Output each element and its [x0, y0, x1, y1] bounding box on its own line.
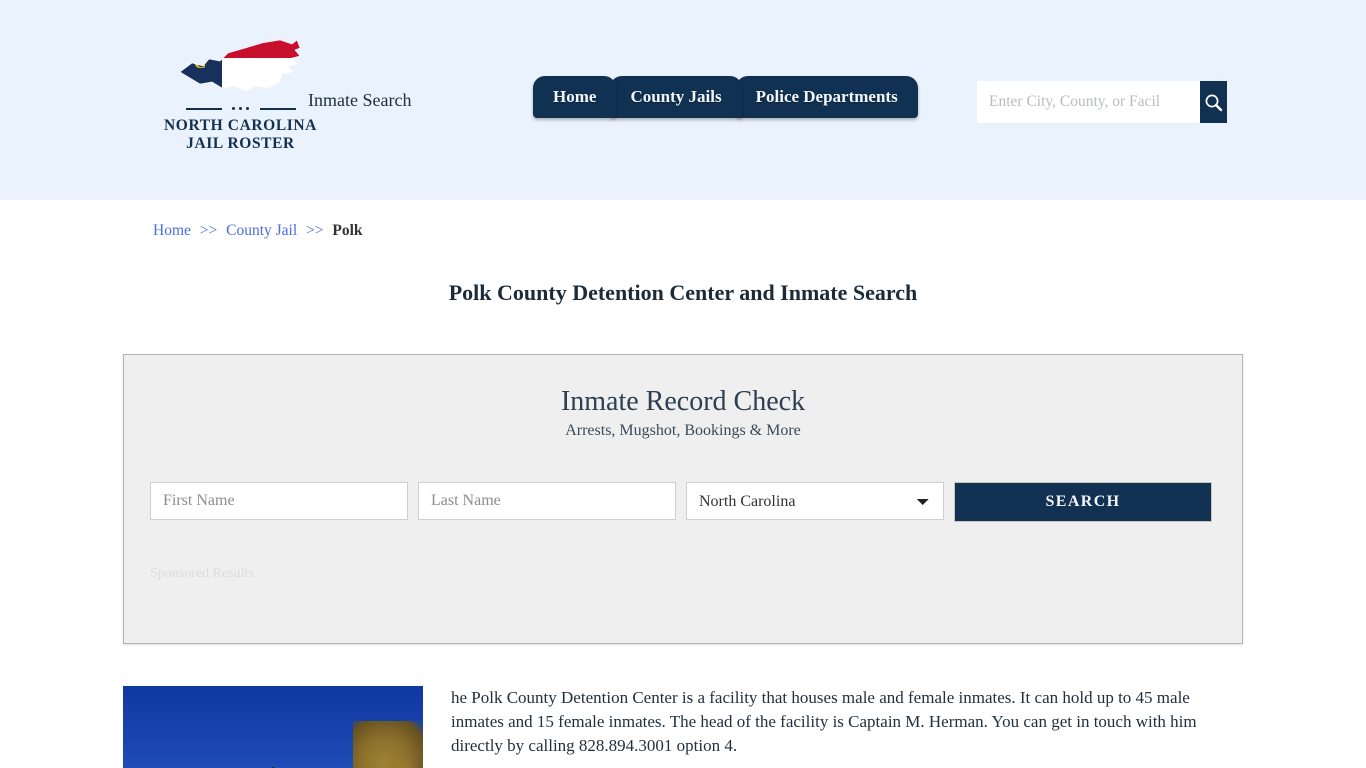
- header-search-button[interactable]: [1200, 81, 1227, 123]
- logo-text-line2: JAIL ROSTER: [186, 135, 295, 152]
- card-subtitle: Arrests, Mugshot, Bookings & More: [565, 422, 801, 439]
- main-navigation: Home County Jails Police Departments: [533, 74, 918, 118]
- first-name-input[interactable]: [150, 482, 408, 520]
- last-name-input[interactable]: [418, 482, 676, 520]
- site-header: C NORTH CAROLINA JAIL ROSTER Inmate Sear…: [0, 0, 1366, 200]
- breadcrumb-item-current: Polk: [332, 222, 363, 239]
- sponsored-results-label: Sponsored Results: [150, 566, 254, 581]
- header-search-input[interactable]: [977, 81, 1200, 123]
- nav-item-county-jails[interactable]: County Jails: [610, 76, 742, 118]
- card-title: Inmate Record Check: [560, 386, 806, 417]
- header-search: [977, 81, 1227, 123]
- tree-shape-secondary: [379, 758, 419, 768]
- breadcrumb-item-county-jail[interactable]: County Jail: [226, 222, 297, 239]
- facility-description: he Polk County Detention Center is a fac…: [451, 688, 1197, 755]
- search-icon: [1205, 94, 1223, 111]
- site-logo[interactable]: C NORTH CAROLINA JAIL ROSTER: [153, 36, 328, 153]
- breadcrumb-separator-2: >>: [306, 222, 324, 239]
- breadcrumb-separator-1: >>: [199, 222, 218, 239]
- inmate-record-check-card: Inmate Record Check Arrests, Mugshot, Bo…: [123, 354, 1243, 644]
- breadcrumb-item-home[interactable]: Home: [153, 222, 191, 239]
- nav-item-police-departments[interactable]: Police Departments: [735, 76, 918, 118]
- header-inner: C NORTH CAROLINA JAIL ROSTER Inmate Sear…: [123, 0, 1243, 200]
- svg-text:C: C: [194, 53, 206, 72]
- record-check-search-button[interactable]: SEARCH: [954, 482, 1212, 522]
- page-title: Polk County Detention Center and Inmate …: [448, 280, 918, 305]
- nav-item-home[interactable]: Home: [533, 76, 617, 118]
- breadcrumb: Home >> County Jail >> Polk: [123, 200, 1243, 240]
- logo-divider: [185, 104, 296, 114]
- logo-text-line1: NORTH CAROLINA: [164, 117, 317, 134]
- north-carolina-state-map-icon: C: [176, 36, 306, 98]
- site-tagline: Inmate Search: [308, 90, 412, 110]
- record-check-form: North Carolina SEARCH: [150, 482, 1216, 522]
- state-select[interactable]: North Carolina: [686, 482, 944, 520]
- facility-photo: [123, 686, 423, 768]
- facility-content: he Polk County Detention Center is a fac…: [123, 686, 1243, 768]
